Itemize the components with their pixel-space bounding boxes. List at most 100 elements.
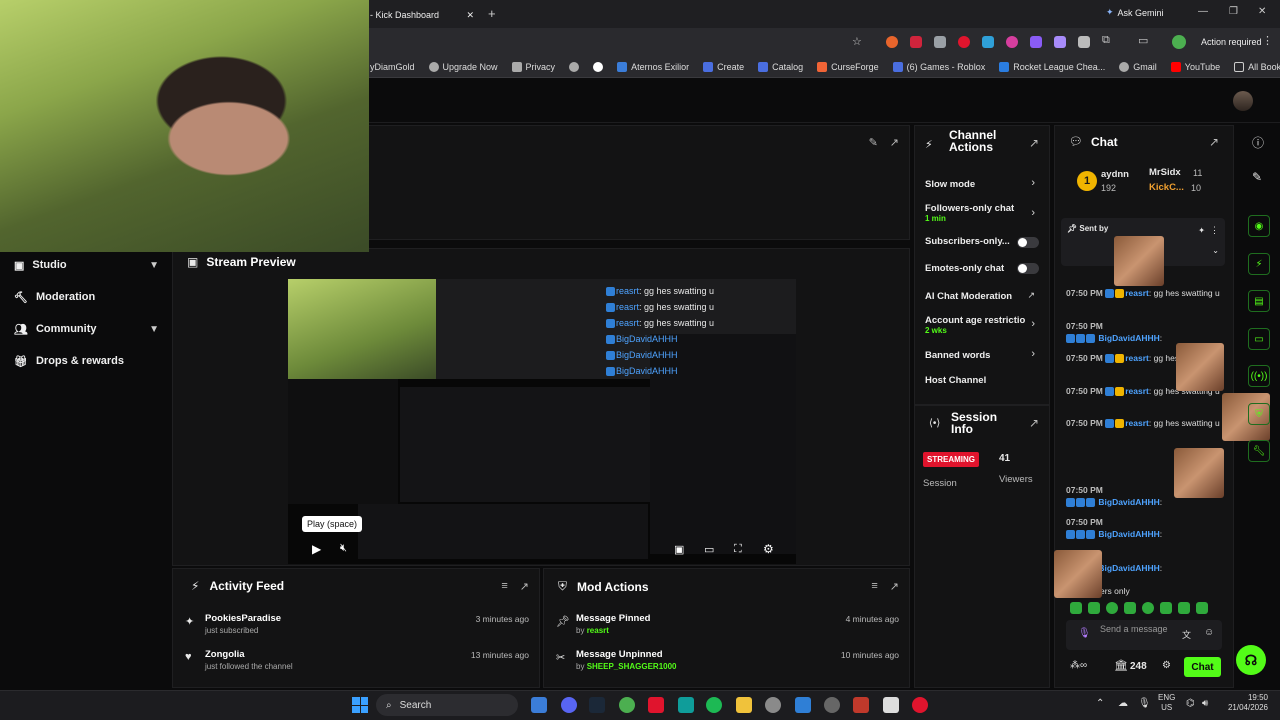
extension-icon[interactable] (910, 36, 922, 48)
chat-username[interactable]: BigDavidAHHH (1098, 333, 1159, 343)
taskbar-app-icon[interactable] (531, 697, 547, 713)
emoji-icon[interactable]: ☺ (1204, 627, 1214, 638)
microphone-icon[interactable]: 🎙︎ (1078, 628, 1091, 639)
taskbar-app-icon[interactable] (678, 697, 694, 713)
channel-points[interactable]: 248 (1130, 661, 1147, 672)
filter-icon[interactable]: ≡ (501, 580, 507, 593)
windows-start-icon[interactable] (352, 697, 368, 713)
extensions-puzzle-icon[interactable]: ⧉ (1102, 34, 1110, 47)
emote-icon[interactable] (1160, 602, 1172, 614)
stream-video-player[interactable]: reasrt: gg hes swatting u reasrt: gg hes… (288, 279, 796, 564)
sidebar-item-community[interactable]: 👥︎ Community ▼ (14, 319, 159, 339)
rail-clipboard-button[interactable]: ▤ (1248, 290, 1270, 312)
sidebar-item-studio[interactable]: ▣ Studio ▼ (14, 255, 159, 275)
edit-icon[interactable]: ✎ (1252, 170, 1262, 184)
fullscreen-icon[interactable]: ⛶ (734, 543, 742, 556)
extension-icon[interactable] (1030, 36, 1042, 48)
host-channel-item[interactable]: Host Channel (925, 375, 1045, 386)
gifter-name[interactable]: KickC... (1149, 182, 1184, 193)
support-headset-icon[interactable]: ☊ (1236, 645, 1266, 675)
minimize-icon[interactable]: — (1198, 6, 1208, 17)
bookmark-item[interactable]: Gmail (1119, 61, 1157, 72)
settings-gear-icon[interactable]: ⚙ (763, 542, 774, 556)
mute-icon[interactable]: 🔇︎ (340, 542, 347, 555)
emotes-only-toggle[interactable] (1017, 263, 1039, 274)
extension-icon[interactable] (934, 36, 946, 48)
chat-input[interactable]: 🎙︎ Send a message 文 ☺ (1066, 620, 1222, 650)
discord-icon[interactable] (561, 697, 577, 713)
popout-icon[interactable]: ↗ (1029, 416, 1039, 430)
chevron-right-icon[interactable]: › (1031, 318, 1035, 330)
extension-icon[interactable] (1054, 36, 1066, 48)
extension-icon[interactable] (1006, 36, 1018, 48)
onedrive-icon[interactable]: ☁ (1118, 698, 1128, 709)
popout-icon[interactable]: ↗ (890, 136, 899, 149)
sidebar-item-moderation[interactable]: 🔨︎ Moderation (14, 287, 159, 307)
followers-only-item[interactable]: Followers-only chat 1 min (925, 203, 1045, 223)
microphone-icon[interactable]: 🎙︎ (1138, 698, 1151, 709)
emote-icon[interactable] (1196, 602, 1208, 614)
bookmark-item[interactable] (569, 61, 580, 72)
popout-icon[interactable]: ↗ (1029, 136, 1039, 150)
bookmark-item[interactable]: CurseForge (817, 61, 879, 72)
edit-icon[interactable]: ✎ (869, 136, 878, 149)
popout-icon[interactable]: ↗ (890, 580, 899, 593)
bookmark-item[interactable]: yDiamGold (370, 62, 415, 72)
external-link-icon[interactable]: ↗ (1027, 290, 1035, 301)
profile-avatar[interactable] (1172, 35, 1186, 49)
rail-chat-button[interactable]: ▭ (1248, 328, 1270, 350)
notepad-icon[interactable] (795, 697, 811, 713)
banned-words-item[interactable]: Banned words (925, 350, 1045, 361)
browser-tab[interactable]: - Kick Dashboard ✕ (370, 4, 480, 26)
gifter-name[interactable]: MrSidx (1149, 167, 1181, 178)
chat-username[interactable]: BigDavidAHHH (1098, 529, 1159, 539)
rail-broadcast-button[interactable]: ((•)) (1248, 365, 1270, 387)
close-window-icon[interactable]: ✕ (1258, 6, 1266, 17)
popout-icon[interactable]: ↗ (1209, 135, 1219, 149)
subscribers-only-toggle[interactable] (1017, 237, 1039, 248)
extension-icon[interactable] (958, 36, 970, 48)
emote-icon[interactable] (1070, 602, 1082, 614)
emote-icon[interactable] (1088, 602, 1100, 614)
browser-menu-icon[interactable]: ⋮ (1262, 34, 1273, 47)
ask-gemini-button[interactable]: ✦ Ask Gemini (1106, 7, 1164, 18)
chat-username[interactable]: reasrt (1125, 386, 1149, 396)
tray-chevron-icon[interactable]: ⌃ (1096, 698, 1104, 709)
mod-action-user[interactable]: SHEEP_SHAGGER1000 (587, 662, 677, 671)
rail-lightning-button[interactable]: ⚡︎ (1248, 253, 1270, 275)
chevron-down-icon[interactable]: ⌄ (1212, 246, 1219, 255)
action-required-button[interactable]: Action required (1201, 37, 1262, 47)
language-indicator[interactable]: ENG US (1158, 693, 1175, 713)
popout-icon[interactable]: ↗ (520, 580, 529, 593)
emote-icon[interactable] (1142, 602, 1154, 614)
chevron-right-icon[interactable]: › (1031, 177, 1035, 189)
more-options-icon[interactable]: ⋮ (1210, 225, 1219, 236)
steam-icon[interactable] (589, 697, 605, 713)
bookmark-item[interactable]: Catalog (758, 61, 803, 72)
taskbar-app-icon[interactable] (824, 697, 840, 713)
tab-search-icon[interactable]: ▭ (1138, 34, 1148, 47)
bookmark-star-icon[interactable]: ☆ (852, 35, 862, 48)
sidebar-item-drops[interactable]: 🎁︎ Drops & rewards (14, 351, 159, 371)
extension-icon[interactable] (886, 36, 898, 48)
play-icon[interactable]: ▶ (312, 542, 321, 556)
taskbar-app-icon[interactable] (853, 697, 869, 713)
user-avatar[interactable] (1233, 91, 1253, 111)
taskbar-app-icon[interactable] (648, 697, 664, 713)
file-explorer-icon[interactable] (736, 697, 752, 713)
chrome-icon[interactable] (619, 697, 635, 713)
filter-icon[interactable]: ≡ (871, 580, 877, 593)
restore-icon[interactable]: ❐ (1229, 6, 1238, 17)
chevron-right-icon[interactable]: › (1031, 348, 1035, 360)
close-tab-icon[interactable]: ✕ (466, 10, 474, 21)
extension-icon[interactable] (982, 36, 994, 48)
bookmark-item[interactable]: Privacy (511, 61, 555, 72)
theater-icon[interactable]: ▭ (704, 543, 714, 556)
chat-username[interactable]: BigDavidAHHH (1098, 563, 1159, 573)
bookmark-item[interactable]: Create (703, 61, 744, 72)
translate-icon[interactable]: 文 (1182, 628, 1191, 641)
chat-username[interactable]: reasrt (1125, 353, 1149, 363)
obs-record-icon[interactable] (912, 697, 928, 713)
settings-gear-icon[interactable] (765, 697, 781, 713)
info-icon[interactable]: ⓘ (1252, 134, 1264, 151)
